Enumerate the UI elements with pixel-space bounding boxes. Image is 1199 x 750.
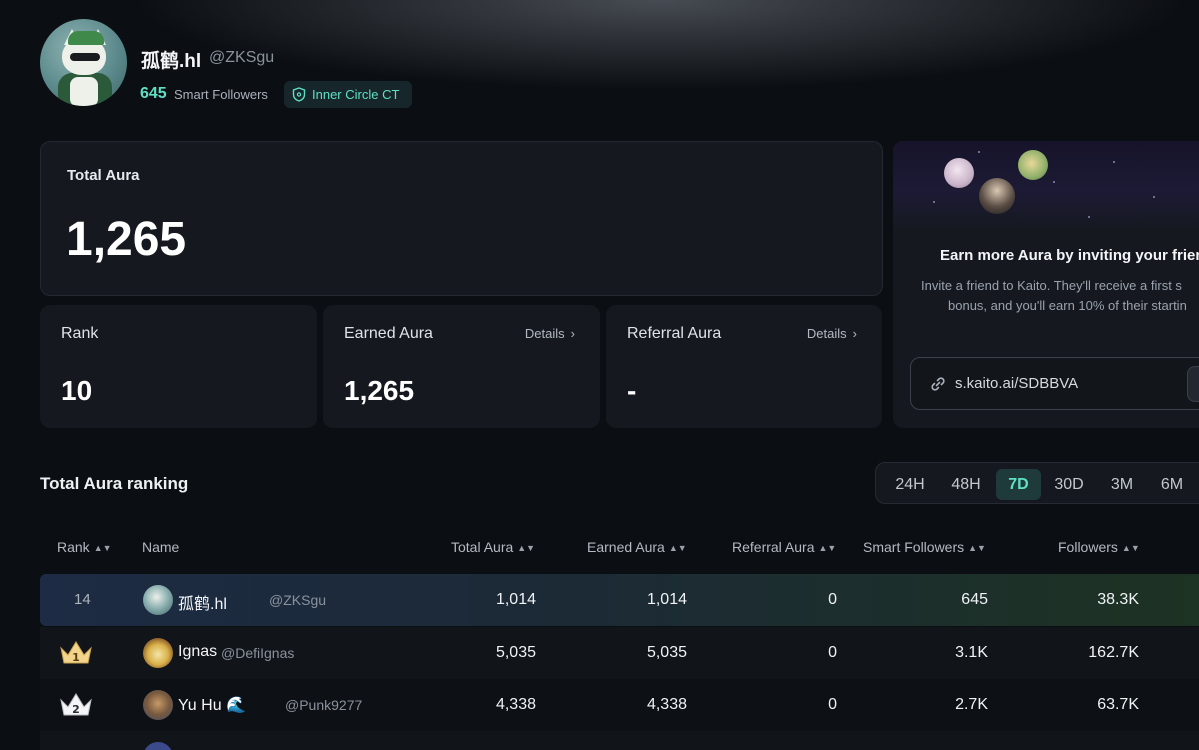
row-smart-followers: 3.1K xyxy=(955,644,988,661)
range-7d-button[interactable]: 7D xyxy=(996,469,1041,500)
copy-link-button[interactable] xyxy=(1187,366,1199,402)
earned-aura-card: Earned Aura Details › 1,265 xyxy=(323,305,600,428)
table-row[interactable] xyxy=(40,731,1199,750)
sort-icon: ▲▼ xyxy=(968,543,986,553)
referral-aura-label: Referral Aura xyxy=(627,325,722,342)
row-handle: @Punk9277 xyxy=(285,697,363,713)
invite-title: Earn more Aura by inviting your friends xyxy=(940,247,1199,264)
row-smart-followers: 2.7K xyxy=(955,696,988,713)
shield-icon xyxy=(292,87,306,102)
crown-icon: 1 xyxy=(60,641,92,664)
range-48h-button[interactable]: 48H xyxy=(940,469,992,500)
badge-label: Inner Circle CT xyxy=(312,87,400,102)
link-icon xyxy=(931,377,945,391)
col-smart-followers-header[interactable]: Smart Followers ▲▼ xyxy=(863,539,986,555)
profile-name: 孤鹤.hl xyxy=(141,51,202,72)
sort-icon: ▲▼ xyxy=(818,543,837,553)
row-name: Ignas xyxy=(178,643,218,660)
avatar xyxy=(143,690,173,720)
table-row[interactable]: 2 Yu Hu 🌊 @Punk9277 4,338 4,338 0 2.7K 6… xyxy=(40,679,1199,731)
row-followers: 63.7K xyxy=(1097,696,1139,713)
referral-details-text: Details xyxy=(806,326,847,341)
rank-card: Rank 10 xyxy=(40,305,317,428)
col-rank-header[interactable]: Rank ▲▼ xyxy=(57,539,112,555)
chevron-right-icon: › xyxy=(570,326,575,341)
col-earned-aura-header[interactable]: Earned Aura ▲▼ xyxy=(587,539,687,555)
sort-icon: ▲▼ xyxy=(93,543,112,553)
time-range-selector: 24H 48H 7D 30D 3M 6M xyxy=(875,462,1199,504)
row-name: Yu Hu 🌊 xyxy=(178,697,246,714)
crown-icon: 2 xyxy=(60,693,92,716)
row-handle: @ZKSgu xyxy=(269,592,327,608)
row-handle: @DefiIgnas xyxy=(221,645,295,661)
range-30d-button[interactable]: 30D xyxy=(1046,469,1092,500)
table-row[interactable]: 14 孤鹤.hl @ZKSgu 1,014 1,014 0 645 38.3K xyxy=(40,574,1199,626)
avatar xyxy=(143,585,173,615)
earned-details-text: Details xyxy=(524,326,565,341)
row-smart-followers: 645 xyxy=(961,591,988,608)
total-aura-value: 1,265 xyxy=(66,213,187,266)
sort-icon: ▲▼ xyxy=(1121,543,1140,553)
rank-label: Rank xyxy=(61,325,99,342)
row-referral-aura: 0 xyxy=(828,644,837,661)
col-name-label: Name xyxy=(142,539,180,555)
table-row[interactable]: 1 Ignas @DefiIgnas 5,035 5,035 0 3.1K 16… xyxy=(40,627,1199,679)
row-total-aura: 4,338 xyxy=(495,696,536,713)
col-total-aura-label: Total Aura xyxy=(451,539,514,555)
avatar xyxy=(143,638,173,668)
invite-illustration xyxy=(893,141,1199,231)
earned-aura-value: 1,265 xyxy=(344,375,415,406)
range-24h-button[interactable]: 24H xyxy=(884,469,936,500)
smart-followers-label: Smart Followers xyxy=(174,87,268,102)
total-aura-card: Total Aura 1,265 xyxy=(40,141,883,296)
row-total-aura: 1,014 xyxy=(495,591,536,608)
range-3m-button[interactable]: 3M xyxy=(1102,469,1142,500)
col-rank-label: Rank xyxy=(57,539,90,555)
row-name: 孤鹤.hl xyxy=(178,596,227,613)
profile-handle: @ZKSgu xyxy=(209,49,275,66)
col-followers-label: Followers xyxy=(1058,539,1118,555)
col-earned-aura-label: Earned Aura xyxy=(587,539,665,555)
row-earned-aura: 5,035 xyxy=(646,644,687,661)
row-total-aura: 5,035 xyxy=(495,644,536,661)
chevron-right-icon: › xyxy=(852,326,857,341)
referral-link-field[interactable]: s.kaito.ai/SDBBVA xyxy=(910,357,1199,410)
sort-icon: ▲▼ xyxy=(517,543,536,553)
total-aura-label: Total Aura xyxy=(67,167,140,184)
invite-description: Invite a friend to Kaito. They'll receiv… xyxy=(921,276,1199,316)
row-followers: 38.3K xyxy=(1097,591,1139,608)
col-smart-followers-label: Smart Followers xyxy=(863,539,965,555)
row-followers: 162.7K xyxy=(1088,644,1139,661)
invite-panel: Earn more Aura by inviting your friends … xyxy=(893,141,1199,428)
sort-icon: ▲▼ xyxy=(668,543,687,553)
profile-avatar[interactable] xyxy=(40,19,127,106)
ranking-title: Total Aura ranking xyxy=(40,474,189,493)
referral-aura-value: - xyxy=(627,375,637,406)
row-earned-aura: 1,014 xyxy=(646,591,687,608)
row-earned-aura: 4,338 xyxy=(646,696,687,713)
crown-rank-text: 2 xyxy=(72,703,80,716)
avatar xyxy=(143,742,173,750)
earned-details-link[interactable]: Details › xyxy=(525,326,575,341)
row-referral-aura: 0 xyxy=(828,696,837,713)
col-referral-aura-label: Referral Aura xyxy=(732,539,815,555)
referral-details-link[interactable]: Details › xyxy=(807,326,857,341)
crown-rank-text: 1 xyxy=(72,651,80,664)
row-referral-aura: 0 xyxy=(828,591,837,608)
col-followers-header[interactable]: Followers ▲▼ xyxy=(1058,539,1140,555)
inner-circle-badge: Inner Circle CT xyxy=(284,81,412,108)
smart-followers-count: 645 xyxy=(140,85,167,102)
invite-desc-line1: Invite a friend to Kaito. They'll receiv… xyxy=(921,278,1182,293)
col-referral-aura-header[interactable]: Referral Aura ▲▼ xyxy=(732,539,836,555)
rank-value: 10 xyxy=(61,375,93,406)
row-rank: 14 xyxy=(74,591,91,608)
earned-aura-label: Earned Aura xyxy=(344,325,433,342)
referral-link-text: s.kaito.ai/SDBBVA xyxy=(955,375,1079,392)
invite-desc-line2: bonus, and you'll earn 10% of their star… xyxy=(948,298,1187,313)
col-name-header: Name xyxy=(142,539,179,555)
referral-aura-card: Referral Aura Details › - xyxy=(606,305,882,428)
range-6m-button[interactable]: 6M xyxy=(1152,469,1192,500)
col-total-aura-header[interactable]: Total Aura ▲▼ xyxy=(451,539,535,555)
